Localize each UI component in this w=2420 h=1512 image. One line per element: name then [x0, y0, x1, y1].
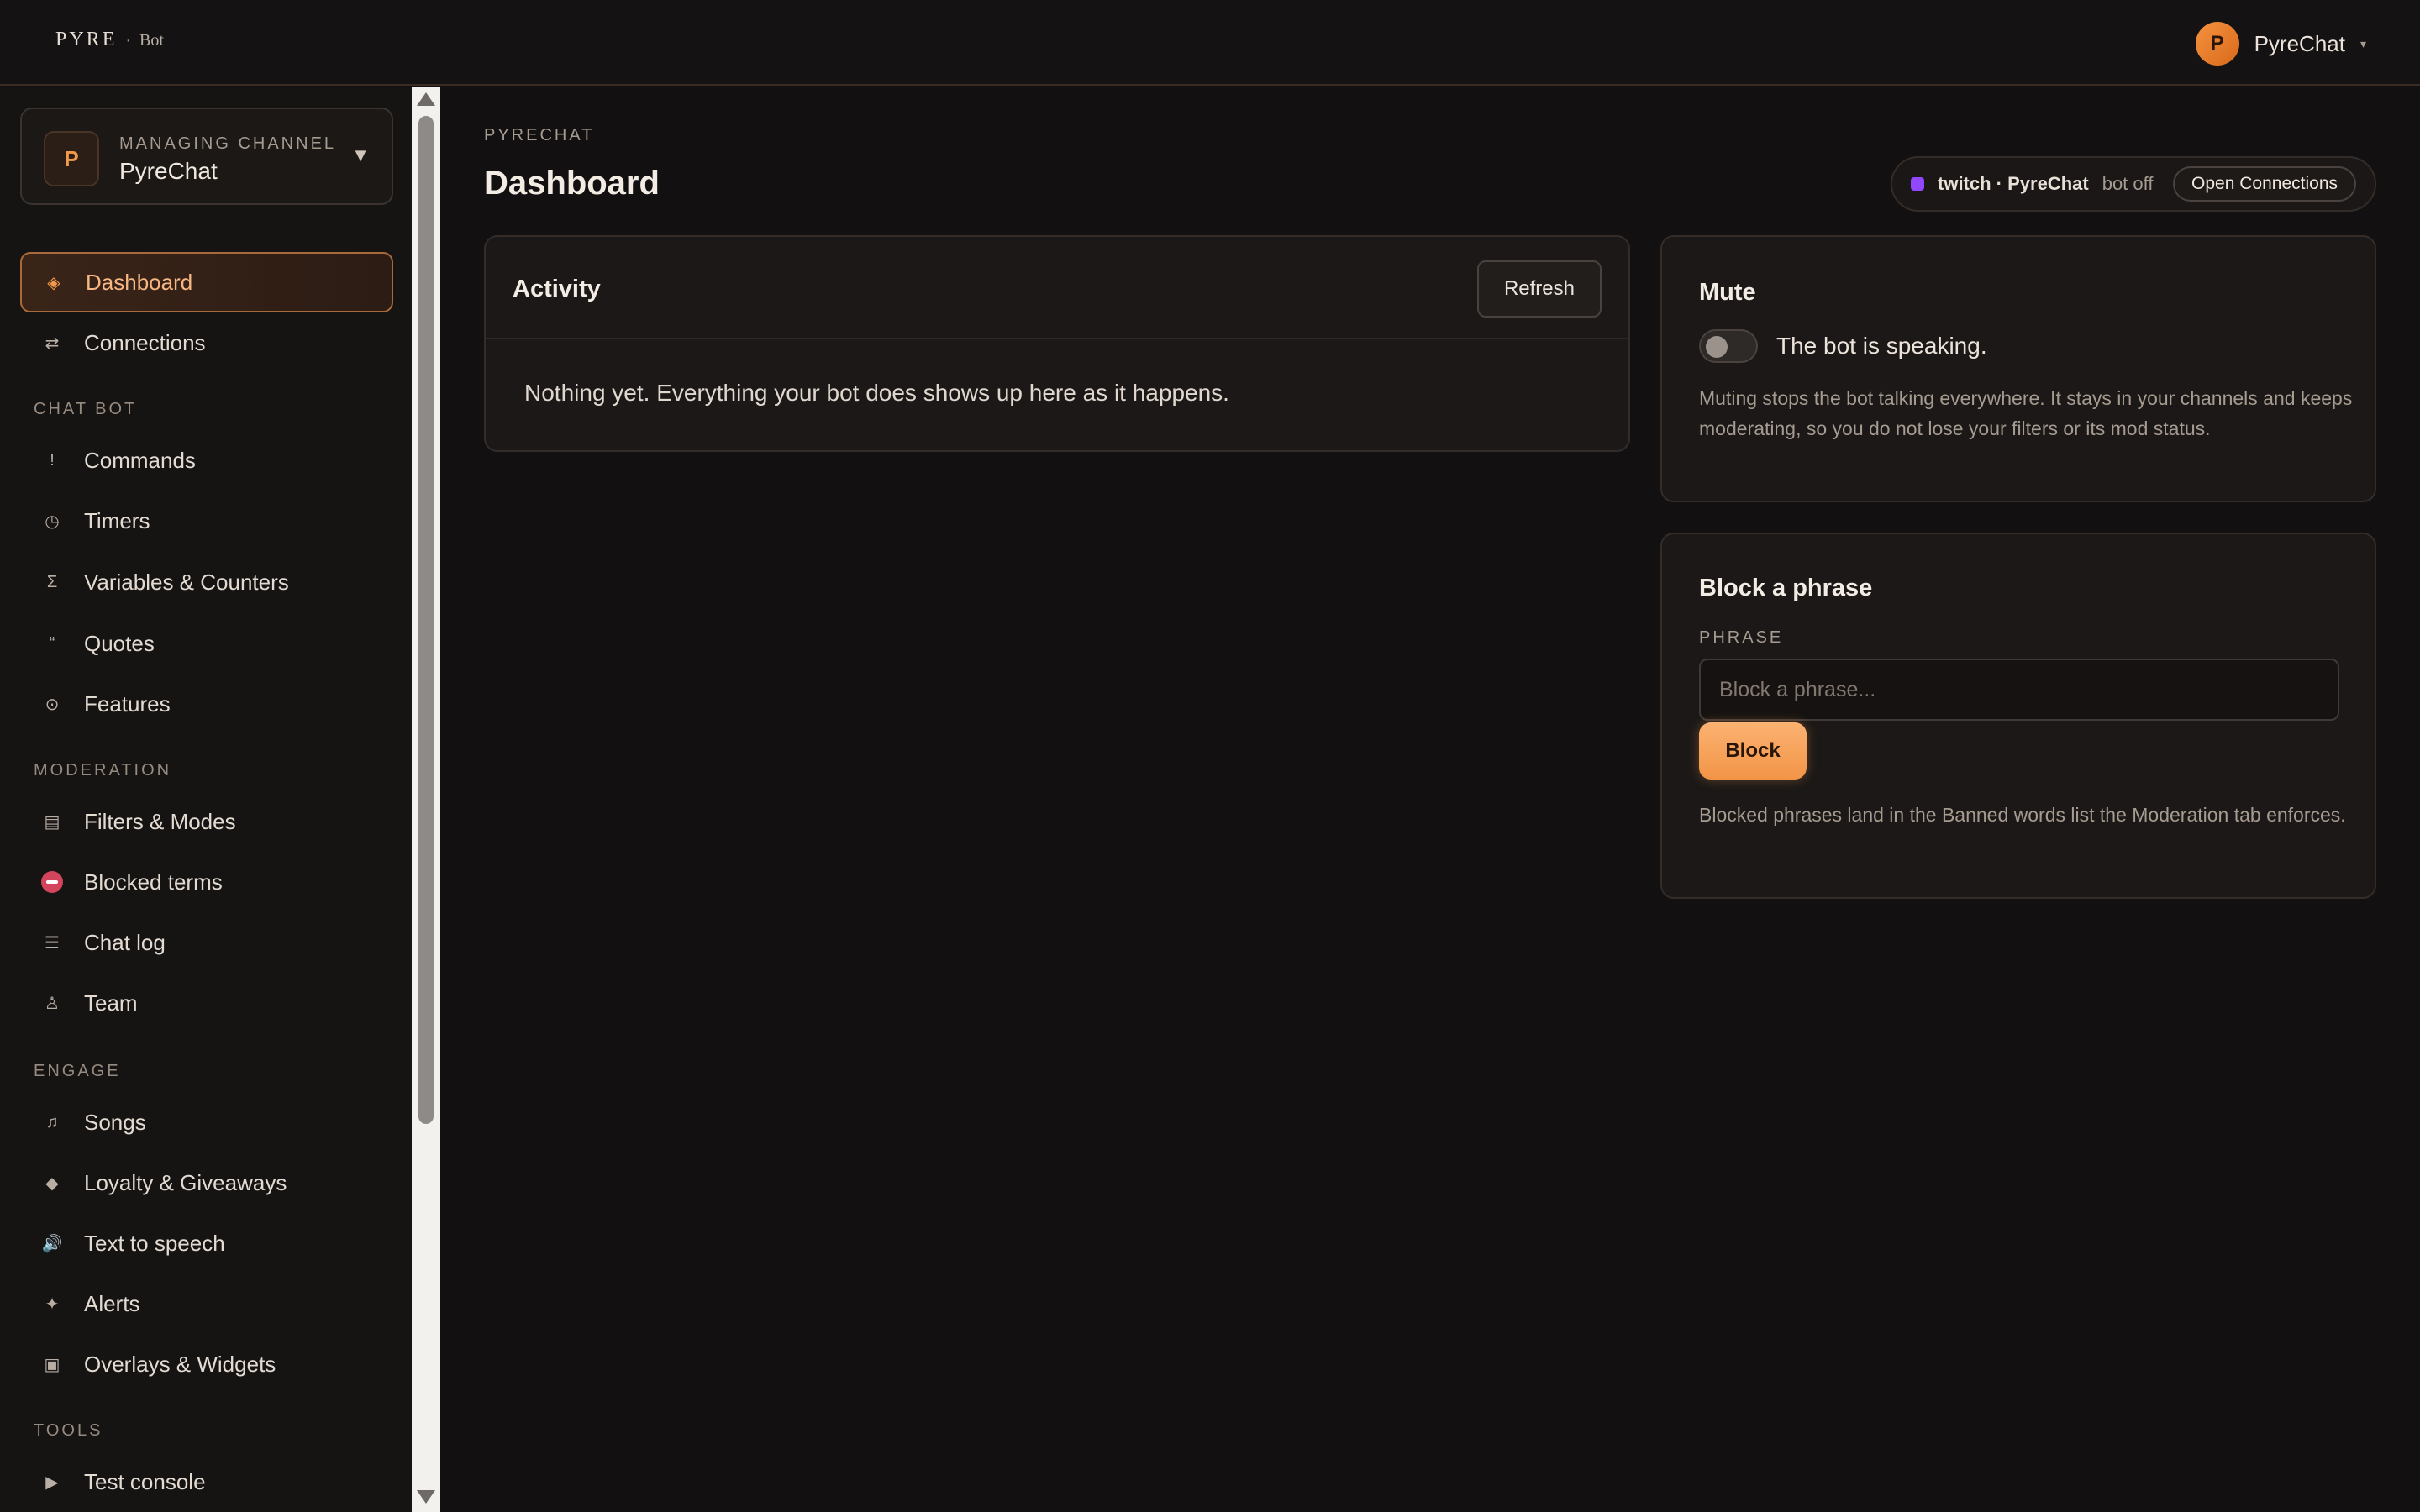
sidebar-item-tts[interactable]: 🔊 Text to speech: [20, 1213, 393, 1273]
sidebar-item-blocked-terms[interactable]: Blocked terms: [20, 852, 393, 912]
block-phrase-card: Block a phrase PHRASE Block Blocked phra…: [1660, 533, 2376, 899]
chevron-down-icon: ▾: [2360, 36, 2366, 50]
app-logo[interactable]: PYRE · Bot: [55, 29, 164, 51]
sidebar-item-label: Test console: [84, 1468, 206, 1494]
sidebar-item-label: Chat log: [84, 929, 166, 955]
logo-sub: Bot: [139, 31, 164, 50]
sidebar-item-label: Connections: [84, 329, 206, 355]
sidebar: P MANAGING CHANNEL PyreChat ▼ ◈ Dashboard…: [0, 87, 412, 1512]
square-icon: ▣: [44, 1355, 60, 1374]
section-moderation: MODERATION: [34, 761, 172, 780]
scroll-up-arrow-icon[interactable]: [417, 92, 435, 106]
sidebar-item-label: Commands: [84, 447, 196, 473]
connection-status-pill: twitch · PyreChat bot off Open Connectio…: [1891, 156, 2376, 212]
activity-card: Activity Refresh Nothing yet. Everything…: [484, 235, 1630, 452]
mute-state-text: The bot is speaking.: [1776, 333, 1987, 359]
sidebar-item-label: Variables & Counters: [84, 569, 289, 595]
activity-title: Activity: [513, 276, 601, 302]
twitch-icon: [1911, 177, 1924, 191]
channel-name: PyreChat: [119, 158, 218, 184]
sidebar-item-team[interactable]: ♙ Team: [20, 973, 393, 1033]
user-menu[interactable]: P PyreChat ▾: [2195, 22, 2366, 66]
sidebar-scrollbar[interactable]: [412, 87, 440, 1512]
activity-empty-state: Nothing yet. Everything your bot does sh…: [524, 380, 1229, 406]
sidebar-item-label: Text to speech: [84, 1230, 225, 1256]
gear-icon: ⊙: [45, 695, 60, 714]
section-engage: ENGAGE: [34, 1062, 121, 1080]
user-name: PyreChat: [2254, 30, 2345, 56]
list-icon: ☰: [45, 933, 60, 953]
sidebar-item-connections[interactable]: ⇄ Connections: [20, 312, 393, 373]
sidebar-item-features[interactable]: ⊙ Features: [20, 674, 393, 734]
diamond-icon: ◈: [47, 273, 60, 292]
sidebar-item-commands[interactable]: ! Commands: [20, 430, 393, 491]
mute-toggle[interactable]: [1699, 329, 1758, 363]
block-description: Blocked phrases land in the Banned words…: [1699, 804, 2346, 826]
sidebar-item-test-console[interactable]: ▶ Test console: [20, 1452, 393, 1512]
platform-label: twitch · PyreChat: [1938, 173, 2089, 194]
toggle-knob: [1706, 336, 1728, 358]
sidebar-item-loyalty[interactable]: ◆ Loyalty & Giveaways: [20, 1152, 393, 1213]
swap-icon: ⇄: [45, 333, 60, 353]
filter-list-icon: ▤: [44, 812, 60, 832]
scroll-down-arrow-icon[interactable]: [417, 1490, 435, 1504]
sidebar-item-variables[interactable]: Σ Variables & Counters: [20, 552, 393, 612]
activity-header: Activity Refresh: [486, 237, 1628, 339]
sidebar-item-label: Features: [84, 690, 171, 717]
sidebar-item-label: Team: [84, 990, 138, 1016]
mute-title: Mute: [1699, 279, 1756, 306]
sigma-icon: Σ: [46, 572, 58, 591]
speaker-icon: 🔊: [41, 1234, 63, 1253]
sidebar-item-songs[interactable]: ♫ Songs: [20, 1092, 393, 1152]
scrollbar-thumb[interactable]: [418, 116, 434, 1124]
page-title: Dashboard: [484, 165, 660, 202]
sidebar-item-label: Loyalty & Giveaways: [84, 1169, 287, 1195]
breadcrumb: PYRECHAT: [484, 126, 595, 144]
sidebar-item-label: Blocked terms: [84, 869, 223, 895]
sidebar-item-label: Filters & Modes: [84, 808, 236, 834]
sidebar-item-chat-log[interactable]: ☰ Chat log: [20, 912, 393, 973]
channel-avatar: P: [44, 131, 99, 186]
sidebar-item-overlays[interactable]: ▣ Overlays & Widgets: [20, 1334, 393, 1394]
music-note-icon: ♫: [45, 1112, 59, 1131]
sidebar-item-label: Alerts: [84, 1290, 140, 1316]
diamond-small-icon: ◆: [45, 1173, 59, 1193]
clock-icon: ◷: [45, 512, 60, 531]
quote-icon: “: [49, 633, 55, 653]
exclamation-icon: !: [50, 450, 55, 470]
phrase-input[interactable]: [1699, 659, 2339, 721]
refresh-button[interactable]: Refresh: [1476, 260, 1602, 318]
phrase-label: PHRASE: [1699, 628, 1784, 647]
block-phrase-title: Block a phrase: [1699, 575, 1873, 601]
section-tools: TOOLS: [34, 1421, 103, 1440]
sidebar-item-dashboard[interactable]: ◈ Dashboard: [20, 252, 393, 312]
open-connections-button[interactable]: Open Connections: [2173, 166, 2356, 202]
logo-separator: ·: [125, 31, 132, 50]
channel-label: MANAGING CHANNEL: [119, 134, 337, 153]
sidebar-item-quotes[interactable]: “ Quotes: [20, 613, 393, 674]
no-entry-icon: [20, 871, 84, 893]
sparkle-icon: ✦: [45, 1294, 60, 1314]
section-chat-bot: CHAT BOT: [34, 400, 138, 418]
avatar: P: [2195, 22, 2239, 66]
sidebar-item-label: Timers: [84, 507, 150, 533]
sidebar-item-filters[interactable]: ▤ Filters & Modes: [20, 791, 393, 852]
sidebar-item-label: Quotes: [84, 630, 155, 656]
mute-description: Muting stops the bot talking everywhere.…: [1699, 387, 2353, 439]
logo-brand: PYRE: [55, 29, 118, 50]
channel-switcher[interactable]: P MANAGING CHANNEL PyreChat ▼: [20, 108, 393, 205]
sidebar-item-alerts[interactable]: ✦ Alerts: [20, 1273, 393, 1334]
play-icon: ▶: [45, 1473, 59, 1492]
sidebar-item-label: Songs: [84, 1109, 146, 1135]
mute-card: Mute The bot is speaking. Muting stops t…: [1660, 235, 2376, 502]
top-bar: PYRE · Bot P PyreChat ▾: [0, 0, 2420, 86]
sidebar-item-label: Dashboard: [86, 269, 193, 295]
sidebar-item-label: Overlays & Widgets: [84, 1351, 276, 1377]
person-icon: ♙: [45, 994, 60, 1013]
dropdown-caret-icon: ▼: [351, 144, 370, 165]
sidebar-item-timers[interactable]: ◷ Timers: [20, 491, 393, 551]
block-button[interactable]: Block: [1699, 722, 1807, 780]
bot-status: bot off: [2102, 173, 2154, 194]
